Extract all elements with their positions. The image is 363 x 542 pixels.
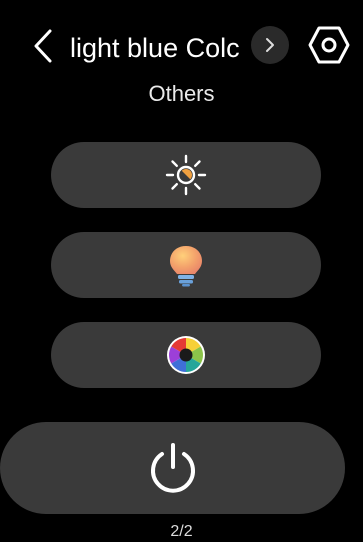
- light-bulb-button[interactable]: [51, 232, 321, 298]
- power-button[interactable]: [0, 422, 345, 514]
- chevron-left-icon[interactable]: [30, 28, 58, 64]
- page-indicator: 2/2: [170, 523, 193, 540]
- gear-hexagon-icon[interactable]: [308, 24, 350, 66]
- chevron-right-icon: [266, 38, 274, 52]
- light-bulb-icon: [170, 246, 202, 287]
- page-subtitle: Others: [148, 81, 215, 106]
- device-title: light blue Colc: [70, 33, 240, 63]
- sun-brightness-icon: [165, 154, 207, 196]
- device-title-container: light blue Colc: [70, 28, 242, 68]
- color-wheel-button[interactable]: [51, 322, 321, 388]
- next-device-button[interactable]: [251, 26, 289, 64]
- power-icon: [150, 443, 195, 493]
- brightness-button[interactable]: [51, 142, 321, 208]
- color-wheel-icon: [167, 336, 205, 374]
- header: light blue Colc Others: [0, 0, 363, 120]
